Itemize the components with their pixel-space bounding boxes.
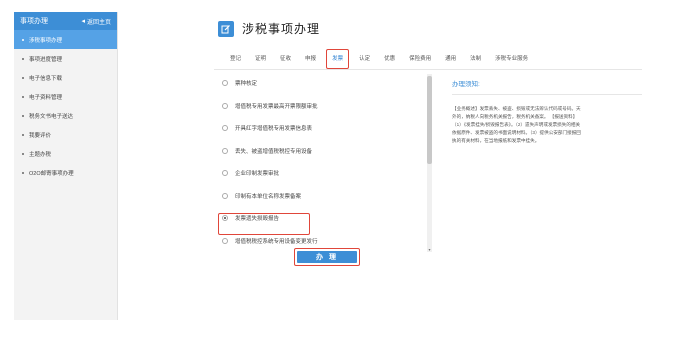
notice-line: 执的有关材料，在当地报纸和发票中挂失。 bbox=[452, 138, 540, 143]
list-item[interactable]: 印制有本单位名称发票备案 bbox=[216, 185, 436, 208]
list-scrollbar[interactable]: ▾ bbox=[427, 74, 432, 252]
radio-button[interactable] bbox=[222, 147, 228, 154]
back-home-link[interactable]: ◂ 返回主页 bbox=[81, 17, 111, 26]
sidebar-item-tax-matters[interactable]: 涉税事项办理 bbox=[14, 30, 117, 49]
list-item[interactable]: 企业印制发票审批 bbox=[216, 162, 436, 185]
tab-preferential[interactable]: 优惠 bbox=[384, 54, 395, 69]
list-item[interactable]: 开具红字增值税专用发票信息表 bbox=[216, 117, 436, 140]
notice-title: 办理须知: bbox=[452, 78, 642, 95]
page-header: 涉税事项办理 bbox=[218, 20, 320, 37]
main-panel: 涉税事项办理 登记 证明 征收 申报 发票 认定 优惠 保险费用 通用 法制 涉… bbox=[206, 12, 646, 320]
sidebar: 事项办理 ◂ 返回主页 涉税事项办理 事项进度管理 电子信息下载 电子资料管理 … bbox=[14, 12, 118, 320]
scrollbar-thumb[interactable] bbox=[427, 76, 432, 164]
notice-line: 外的，纳税人向税务机关报告，税务机关备案。 【报送资料】 bbox=[452, 114, 578, 119]
back-home-label: 返回主页 bbox=[86, 19, 111, 26]
bullet-icon bbox=[22, 133, 24, 136]
list-item-label: 印制有本单位名称发票备案 bbox=[235, 193, 302, 200]
radio-button[interactable] bbox=[222, 80, 228, 87]
back-arrow-icon: ◂ bbox=[81, 18, 85, 25]
sidebar-item-documents[interactable]: 电子资料管理 bbox=[14, 87, 117, 106]
submit-button[interactable]: 办 理 bbox=[297, 251, 357, 263]
tab-recognition[interactable]: 认定 bbox=[359, 54, 370, 69]
notice-line: 【业务概述】发票丢失、被盗、损毁或无法辨认代码或号码。天 bbox=[452, 106, 581, 111]
sidebar-item-evaluate[interactable]: 我要评价 bbox=[14, 125, 117, 144]
tab-legal[interactable]: 法制 bbox=[470, 54, 481, 69]
sidebar-item-download[interactable]: 电子信息下载 bbox=[14, 68, 117, 87]
bullet-icon bbox=[22, 152, 24, 155]
sidebar-item-label: 电子信息下载 bbox=[29, 75, 63, 82]
sidebar-item-theme[interactable]: 主题办税 bbox=[14, 144, 117, 163]
radio-button[interactable] bbox=[222, 192, 228, 199]
list-item-label: 丢失、被盗增值税税控专用设备 bbox=[235, 148, 313, 155]
radio-button[interactable] bbox=[222, 102, 228, 109]
list-item[interactable]: 票种核定 bbox=[216, 72, 436, 95]
tab-insurance[interactable]: 保险费用 bbox=[409, 54, 431, 69]
sidebar-item-delivery[interactable]: 税务文书电子送达 bbox=[14, 106, 117, 125]
bullet-icon bbox=[22, 95, 24, 98]
category-tabs: 登记 证明 征收 申报 发票 认定 优惠 保险费用 通用 法制 涉税专业服务 bbox=[214, 48, 642, 70]
sidebar-title: 事项办理 bbox=[20, 18, 48, 25]
sidebar-item-label: 我要评价 bbox=[29, 132, 52, 139]
selection-highlight bbox=[218, 213, 310, 235]
sidebar-item-label: 税务文书电子送达 bbox=[29, 113, 74, 120]
edit-icon bbox=[218, 20, 234, 37]
radio-button[interactable] bbox=[222, 237, 228, 244]
page-title: 涉税事项办理 bbox=[242, 22, 321, 36]
tab-general[interactable]: 通用 bbox=[445, 54, 456, 69]
sidebar-item-label: 涉税事项办理 bbox=[29, 37, 63, 44]
tab-invoice[interactable]: 发票 bbox=[326, 49, 350, 69]
scroll-down-arrow-icon[interactable]: ▾ bbox=[427, 247, 432, 252]
tab-collection[interactable]: 征收 bbox=[280, 54, 291, 69]
radio-button[interactable] bbox=[222, 170, 228, 177]
bullet-icon bbox=[22, 57, 24, 60]
list-item-label: 开具红字增值税专用发票信息表 bbox=[235, 126, 313, 133]
sidebar-item-o2o[interactable]: O2O邮寄事项办理 bbox=[14, 163, 117, 182]
notice-line: 依据原件、发票被盗的书面说明材料。（3）提供公安部门接报回 bbox=[452, 130, 581, 135]
list-item[interactable]: 丢失、被盗增值税税控专用设备 bbox=[216, 140, 436, 163]
bullet-icon bbox=[22, 114, 24, 117]
list-item-label: 增值税税控系统专用设备变更发行 bbox=[235, 238, 318, 245]
radio-button[interactable] bbox=[222, 125, 228, 132]
sidebar-item-label: 主题办税 bbox=[29, 151, 52, 158]
list-item[interactable]: 增值税专用发票最高开票限额审批 bbox=[216, 95, 436, 118]
sidebar-item-label: 事项进度管理 bbox=[29, 56, 63, 63]
notice-panel: 办理须知: 【业务概述】发票丢失、被盗、损毁或无法辨认代码或号码。天 外的，纳税… bbox=[452, 78, 642, 145]
tab-professional[interactable]: 涉税专业服务 bbox=[495, 54, 528, 69]
bullet-icon bbox=[22, 76, 24, 79]
notice-body: 【业务概述】发票丢失、被盗、损毁或无法辨认代码或号码。天 外的，纳税人向税务机关… bbox=[452, 105, 642, 145]
tab-declaration[interactable]: 申报 bbox=[305, 54, 316, 69]
list-item-label: 票种核定 bbox=[235, 81, 258, 88]
tab-certificate[interactable]: 证明 bbox=[255, 54, 266, 69]
sidebar-item-label: O2O邮寄事项办理 bbox=[29, 170, 74, 177]
submit-highlight: 办 理 bbox=[294, 248, 360, 266]
bullet-icon bbox=[22, 38, 24, 41]
sidebar-item-progress[interactable]: 事项进度管理 bbox=[14, 49, 117, 68]
sidebar-item-label: 电子资料管理 bbox=[29, 94, 63, 101]
notice-line: （1）《发票挂失/损毁报告表》。（2）遗失声明或发票损失的相关 bbox=[452, 122, 581, 127]
tab-registration[interactable]: 登记 bbox=[230, 54, 241, 69]
list-item-label: 企业印制发票审批 bbox=[235, 171, 280, 178]
sidebar-header: 事项办理 ◂ 返回主页 bbox=[14, 12, 117, 30]
bullet-icon bbox=[22, 171, 24, 174]
list-item-label: 增值税专用发票最高开票限额审批 bbox=[235, 103, 318, 110]
